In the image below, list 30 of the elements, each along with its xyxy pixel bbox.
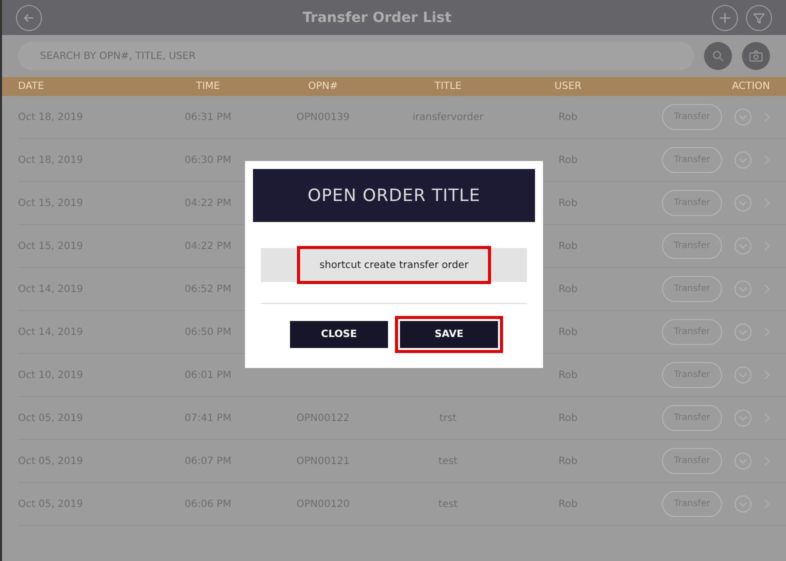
column-header: DATE <box>18 81 46 92</box>
expand-chevron-icon[interactable] <box>734 194 752 212</box>
plus-icon <box>719 10 731 24</box>
search-icon <box>712 50 724 62</box>
page-title: Transfer Order List <box>302 10 452 26</box>
expand-chevron-icon[interactable] <box>734 495 752 513</box>
expand-chevron-icon[interactable] <box>734 237 752 255</box>
dialog-title: OPEN ORDER TITLE <box>253 169 535 222</box>
back-button[interactable] <box>16 4 42 30</box>
filter-button[interactable] <box>746 4 772 30</box>
column-header: TIME <box>194 81 221 92</box>
expand-chevron-icon[interactable] <box>734 280 752 298</box>
column-header: TITLE <box>433 81 463 92</box>
add-button[interactable] <box>712 4 738 30</box>
column-header: USER <box>554 81 582 92</box>
column-header: OPN# <box>307 81 339 92</box>
expand-chevron-icon[interactable] <box>734 323 752 341</box>
expand-chevron-icon[interactable] <box>734 151 752 169</box>
column-header: ACTION <box>730 81 770 92</box>
expand-chevron-icon[interactable] <box>734 108 752 126</box>
expand-chevron-icon[interactable] <box>734 452 752 470</box>
camera-icon <box>749 50 763 62</box>
title-input-field[interactable]: shortcut create transfer order <box>297 246 491 284</box>
search-button[interactable] <box>704 42 732 70</box>
expand-chevron-icon[interactable] <box>734 366 752 384</box>
expand-chevron-icon[interactable] <box>734 409 752 427</box>
dialog-button[interactable]: SAVE <box>395 316 503 353</box>
filter-icon <box>753 12 765 24</box>
camera-button[interactable] <box>742 42 770 70</box>
search-field[interactable]: SEARCH BY OPN#, TITLE, USER <box>18 42 694 70</box>
